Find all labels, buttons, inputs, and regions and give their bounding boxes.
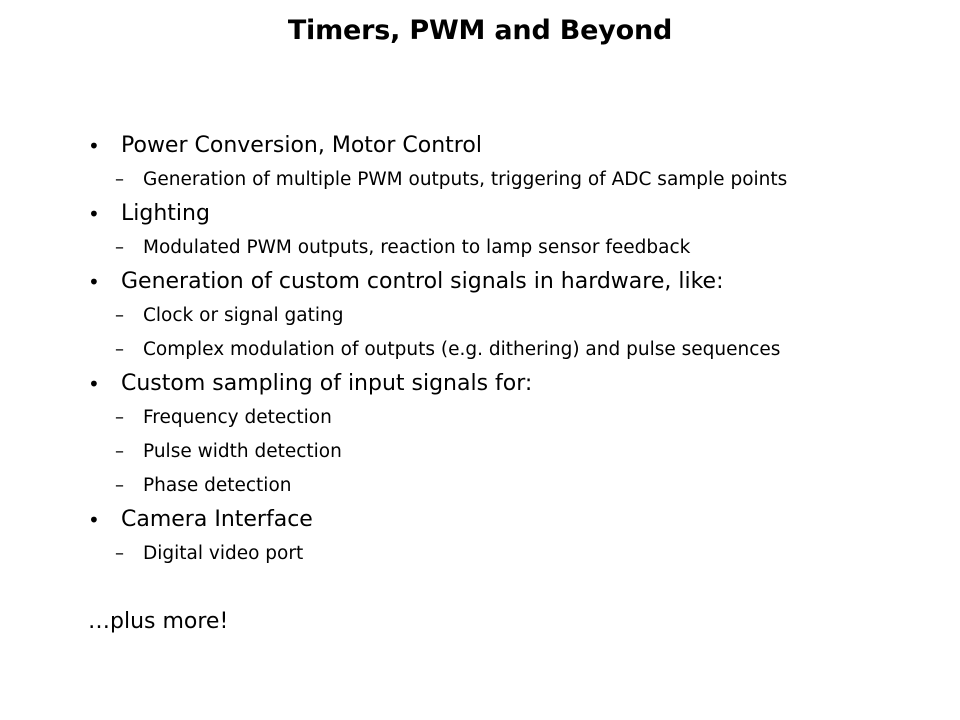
bullet-row: • Lighting xyxy=(0,197,960,231)
bullet-row: • Custom sampling of input signals for: xyxy=(0,367,960,401)
sub-bullet-row: – Phase detection xyxy=(0,469,960,503)
sub-bullet-text: Phase detection xyxy=(143,475,292,496)
sub-bullet-row: – Generation of multiple PWM outputs, tri… xyxy=(0,163,960,197)
closing-line-row: …plus more! xyxy=(0,605,960,639)
blank-line-spacer xyxy=(0,571,960,605)
sub-bullet-text: Frequency detection xyxy=(143,407,332,428)
round-bullet-icon: • xyxy=(88,134,100,158)
dash-bullet-icon: – xyxy=(115,407,124,428)
dash-bullet-icon: – xyxy=(115,339,124,360)
sub-bullet-text: Digital video port xyxy=(143,543,304,564)
sub-bullet-text: Clock or signal gating xyxy=(143,305,344,326)
dash-bullet-icon: – xyxy=(115,543,124,564)
round-bullet-icon: • xyxy=(88,270,100,294)
closing-line-text: …plus more! xyxy=(88,609,229,634)
dash-bullet-icon: – xyxy=(115,237,124,258)
round-bullet-icon: • xyxy=(88,372,100,396)
slide-body-content: • Power Conversion, Motor Control – Generat… xyxy=(0,129,960,639)
round-bullet-icon: • xyxy=(88,508,100,532)
page-title: Timers, PWM and Beyond xyxy=(287,15,673,46)
dash-bullet-icon: – xyxy=(115,169,124,190)
bullet-text: Custom sampling of input signals for: xyxy=(121,371,533,396)
presentation-slide: Timers, PWM and Beyond • Power Conversion… xyxy=(0,0,960,720)
sub-bullet-row: – Clock or signal gating xyxy=(0,299,960,333)
dash-bullet-icon: – xyxy=(115,305,124,326)
dash-bullet-icon: – xyxy=(115,441,124,462)
sub-bullet-text: Modulated PWM outputs, reaction to lamp … xyxy=(143,237,691,258)
sub-bullet-text: Complex modulation of outputs (e.g. dith… xyxy=(143,339,781,360)
bullet-row: • Generation of custom control signals in… xyxy=(0,265,960,299)
bullet-text: Generation of custom control signals in … xyxy=(121,269,724,294)
sub-bullet-row: – Complex modulation of outputs (e.g. dit… xyxy=(0,333,960,367)
bullet-row: • Power Conversion, Motor Control xyxy=(0,129,960,163)
bullet-text: Power Conversion, Motor Control xyxy=(121,133,482,158)
sub-bullet-row: – Pulse width detection xyxy=(0,435,960,469)
sub-bullet-row: – Digital video port xyxy=(0,537,960,571)
sub-bullet-row: – Frequency detection xyxy=(0,401,960,435)
round-bullet-icon: • xyxy=(88,202,100,226)
sub-bullet-text: Pulse width detection xyxy=(143,441,342,462)
bullet-text: Lighting xyxy=(121,201,210,226)
dash-bullet-icon: – xyxy=(115,475,124,496)
sub-bullet-row: – Modulated PWM outputs, reaction to lamp… xyxy=(0,231,960,265)
bullet-text: Camera Interface xyxy=(121,507,313,532)
sub-bullet-text: Generation of multiple PWM outputs, trig… xyxy=(143,169,788,190)
bullet-row: • Camera Interface xyxy=(0,503,960,537)
